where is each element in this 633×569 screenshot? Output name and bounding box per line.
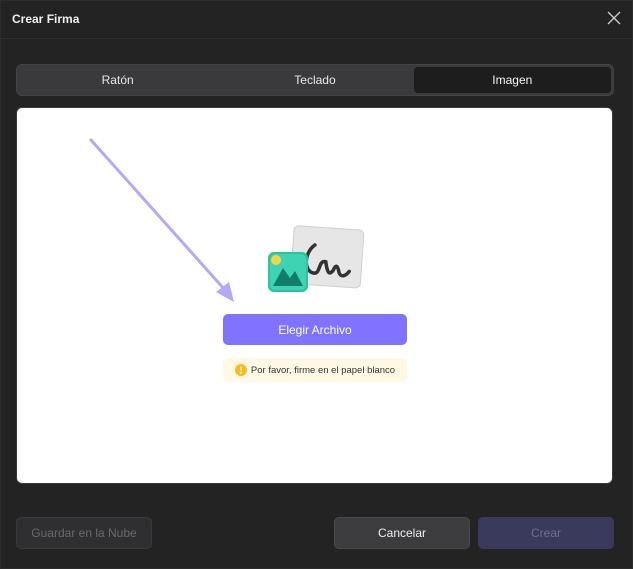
warning-icon	[234, 364, 247, 376]
tab-mouse-label: Ratón	[101, 73, 134, 87]
choose-file-label: Elegir Archivo	[278, 322, 352, 337]
cancel-button[interactable]: Cancelar	[334, 517, 470, 549]
signature-image-icon	[268, 225, 365, 292]
create-button[interactable]: Crear	[478, 517, 614, 549]
cancel-label: Cancelar	[377, 526, 427, 540]
signature-mode-tabs: Ratón Teclado Imagen	[16, 64, 614, 96]
tab-image-label: Imagen	[492, 73, 533, 87]
tab-keyboard-label: Teclado	[294, 73, 336, 87]
close-icon[interactable]	[606, 10, 622, 26]
hint-banner: Por favor, firme en el papel blanco	[223, 358, 407, 382]
hint-text: Por favor, firme en el papel blanco	[250, 364, 396, 376]
tab-keyboard[interactable]: Teclado	[216, 67, 413, 93]
signature-canvas: Elegir Archivo Por favor, firme en el pa…	[16, 107, 613, 484]
dialog-title: Crear Firma	[12, 12, 80, 26]
create-signature-dialog: Crear Firma Ratón Teclado Imagen Elegir …	[0, 0, 633, 569]
dialog-titlebar: Crear Firma	[1, 1, 633, 39]
save-to-cloud-button[interactable]: Guardar en la Nube	[16, 517, 152, 549]
create-label: Crear	[530, 526, 561, 540]
tab-mouse[interactable]: Ratón	[19, 67, 216, 93]
tab-image[interactable]: Imagen	[413, 67, 611, 93]
choose-file-button[interactable]: Elegir Archivo	[223, 314, 407, 345]
save-to-cloud-label: Guardar en la Nube	[31, 526, 137, 540]
